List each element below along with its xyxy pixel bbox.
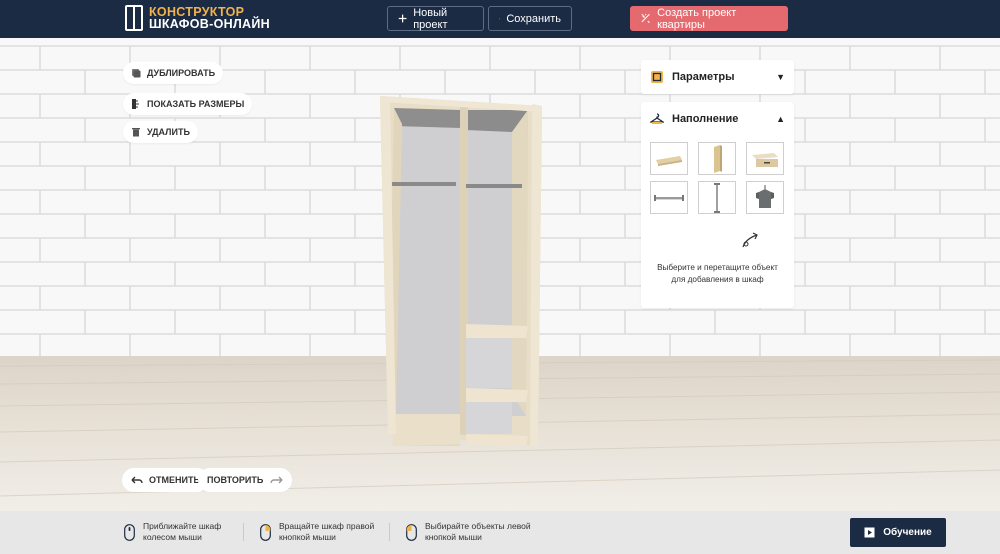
filling-panel: Наполнение ▲ Выберите и перетащите объек… (641, 102, 794, 308)
logo[interactable]: КОНСТРУКТОР ШКАФОВ-ОНЛАЙН (125, 5, 270, 31)
select-tip-text: Выбирайте объекты левой кнопкой мыши (425, 521, 531, 542)
new-project-label: Новый проект (413, 6, 448, 31)
ruler-pencil-icon (641, 13, 650, 24)
show-dimensions-label: ПОКАЗАТЬ РАЗМЕРЫ (147, 99, 245, 109)
wardrobe-params-icon (651, 71, 663, 83)
filling-item-partition[interactable] (698, 142, 736, 175)
save-label: Сохранить (506, 12, 561, 25)
hanger-panel-icon (650, 113, 664, 124)
tutorial-label: Обучение (883, 527, 932, 538)
duplicate-button[interactable]: ДУБЛИРОВАТЬ (123, 62, 224, 84)
mouse-right-button-icon (260, 523, 271, 541)
delete-label: УДАЛИТЬ (147, 127, 190, 137)
play-book-icon (864, 527, 875, 538)
undo-label: ОТМЕНИТЬ (149, 475, 200, 485)
delete-button[interactable]: УДАЛИТЬ (123, 121, 198, 143)
redo-button[interactable]: ПОВТОРИТЬ (198, 468, 293, 492)
redo-label: ПОВТОРИТЬ (207, 475, 264, 485)
trash-icon (132, 128, 140, 137)
zoom-tip-text: Приближайте шкаф колесом мыши (143, 521, 222, 542)
tutorial-button[interactable]: Обучение (850, 518, 946, 547)
divider (243, 523, 244, 541)
params-panel-title: Параметры (672, 71, 735, 83)
duplicate-label: ДУБЛИРОВАТЬ (147, 68, 216, 78)
mouse-wheel-icon (124, 523, 135, 541)
filling-item-hanger[interactable] (746, 181, 784, 214)
drawer-icon (752, 152, 778, 167)
ruler-icon (132, 99, 139, 109)
rail-icon (654, 194, 684, 201)
rotate-tip: Вращайте шкаф правой кнопкой мыши (260, 521, 399, 543)
drag-hand-icon (742, 232, 758, 248)
mouse-left-button-icon (406, 523, 417, 541)
plus-icon (398, 14, 407, 23)
show-dimensions-button[interactable]: ПОКАЗАТЬ РАЗМЕРЫ (123, 93, 253, 115)
filling-item-rod[interactable] (698, 181, 736, 214)
download-icon (499, 17, 501, 20)
filling-item-drawer[interactable] (746, 142, 784, 175)
create-apartment-project-button[interactable]: Создать проект квартиры (630, 6, 788, 31)
undo-button[interactable]: ОТМЕНИТЬ (122, 468, 209, 492)
filling-items-grid (650, 142, 785, 214)
canvas-3d-scene[interactable]: ДУБЛИРОВАТЬ ПОКАЗАТЬ РАЗМЕРЫ УДАЛИТЬ Пар… (0, 38, 1000, 511)
filling-panel-title: Наполнение (672, 113, 739, 125)
new-project-button[interactable]: Новый проект (387, 6, 484, 31)
redo-arrow-icon (270, 476, 283, 484)
params-panel-header[interactable]: Параметры ▼ (641, 60, 794, 94)
undo-arrow-icon (131, 476, 143, 484)
chevron-down-icon: ▼ (776, 72, 785, 82)
params-panel[interactable]: Параметры ▼ (641, 60, 794, 94)
wardrobe-3d-model[interactable] (380, 94, 542, 446)
vertical-partition-icon (714, 144, 722, 173)
filling-panel-header[interactable]: Наполнение ▲ (641, 102, 794, 136)
logo-subtitle: ШКАФОВ-ОНЛАЙН (149, 17, 270, 31)
hanger-icon (756, 184, 774, 208)
chevron-up-icon: ▲ (776, 114, 785, 124)
zoom-tip: Приближайте шкаф колесом мыши (124, 521, 253, 543)
filling-item-rail[interactable] (650, 181, 688, 214)
filling-item-shelf[interactable] (650, 142, 688, 175)
copy-icon (132, 69, 141, 78)
filling-hint-text: Выберите и перетащите объект для добавле… (657, 263, 778, 284)
shelf-icon (656, 155, 682, 166)
create-apartment-label: Создать проект квартиры (657, 6, 737, 31)
vertical-rod-icon (714, 182, 720, 213)
rotate-tip-text: Вращайте шкаф правой кнопкой мыши (279, 521, 375, 542)
help-footer: Приближайте шкаф колесом мыши Вращайте ш… (0, 511, 1000, 554)
divider (389, 523, 390, 541)
app-header: КОНСТРУКТОР ШКАФОВ-ОНЛАЙН Новый проект С… (0, 0, 1000, 38)
select-tip: Выбирайте объекты левой кнопкой мыши (406, 521, 535, 543)
save-button[interactable]: Сохранить (488, 6, 572, 31)
wardrobe-logo-icon (125, 5, 143, 31)
